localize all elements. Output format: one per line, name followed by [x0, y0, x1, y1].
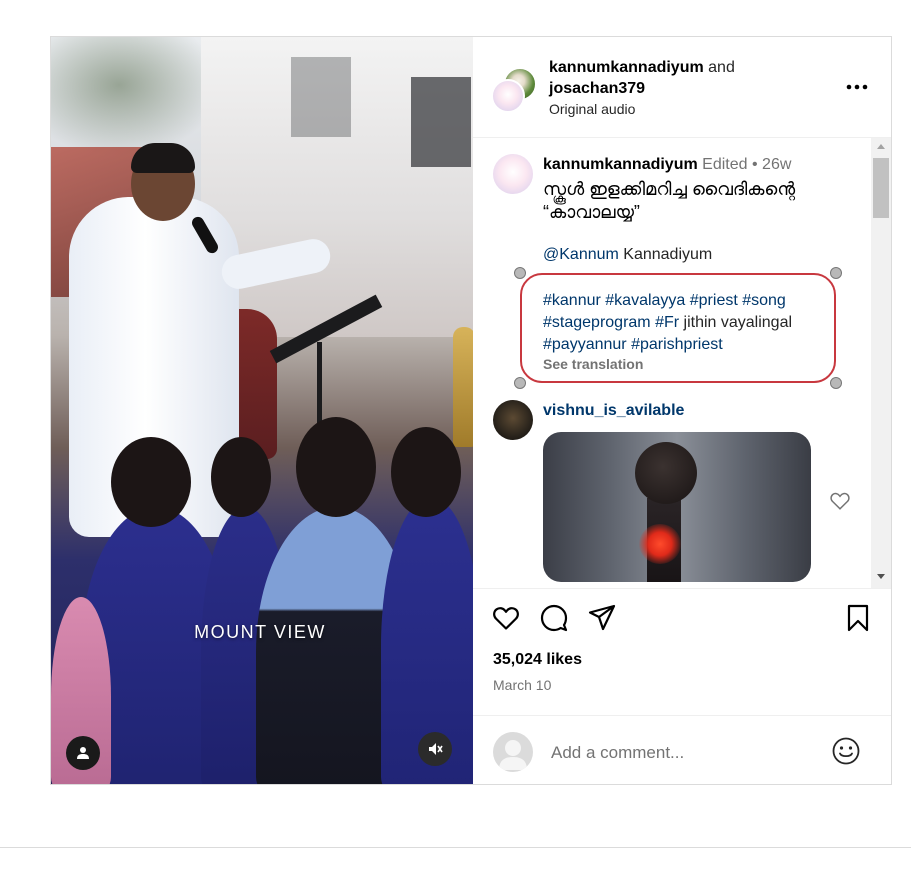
- username-link[interactable]: vishnu_is_avilable: [543, 402, 684, 420]
- comments-scroll-area[interactable]: kannumkannadiyum Edited • 26w സ്കൂൾ ഇളക്…: [473, 138, 891, 588]
- resize-handle[interactable]: [830, 377, 842, 389]
- muted-speaker-icon: [429, 743, 443, 755]
- post-date: March 10: [493, 677, 552, 693]
- caption-mention-line: @Kannum Kannadiyum: [543, 246, 712, 264]
- post-age: 26w: [762, 156, 792, 173]
- username-link[interactable]: kannumkannadiyum: [543, 156, 698, 173]
- gif-glow: [639, 524, 681, 564]
- resize-handle[interactable]: [830, 267, 842, 279]
- annotation-highlight-box: [520, 273, 836, 383]
- avatar[interactable]: [493, 400, 533, 440]
- post-side-panel: kannumkannadiyum and josachan379 Origina…: [473, 37, 891, 784]
- audio-link[interactable]: Original audio: [549, 101, 635, 117]
- resize-handle[interactable]: [514, 267, 526, 279]
- child-head: [111, 437, 191, 527]
- child-head: [211, 437, 271, 517]
- add-comment-row: [473, 715, 891, 786]
- child-head: [296, 417, 376, 517]
- scrollbar[interactable]: [871, 138, 891, 588]
- video-overlay-caption: MOUNT VIEW: [194, 622, 326, 642]
- comment-gif[interactable]: [543, 432, 811, 582]
- emoji-icon[interactable]: [831, 736, 861, 766]
- username-link[interactable]: josachan379: [549, 80, 645, 97]
- avatar: [493, 732, 533, 772]
- post-actions: 35,024 likes March 10: [473, 588, 891, 785]
- default-avatar-icon: [499, 740, 527, 770]
- background-window: [411, 77, 471, 167]
- comment-input[interactable]: [549, 738, 813, 768]
- child-head: [391, 427, 461, 517]
- mention-link[interactable]: @Kannum: [543, 246, 619, 263]
- tagged-users-button[interactable]: [66, 736, 100, 770]
- trophy: [453, 327, 473, 447]
- background-window: [291, 57, 351, 137]
- share-icon[interactable]: [587, 603, 617, 633]
- heart-icon[interactable]: [491, 603, 521, 633]
- and-text: and: [703, 59, 735, 76]
- avatar: [491, 79, 525, 113]
- background-tree: [51, 37, 221, 157]
- likes-count[interactable]: 35,024 likes: [493, 651, 582, 669]
- collab-usernames: kannumkannadiyum and josachan379: [549, 57, 735, 99]
- more-horizontal-icon: [846, 84, 868, 90]
- gif-figure-head: [635, 442, 697, 504]
- resize-handle[interactable]: [514, 377, 526, 389]
- avatar[interactable]: [493, 154, 533, 194]
- username-link[interactable]: kannumkannadiyum: [549, 59, 704, 76]
- page-divider: [0, 847, 911, 848]
- bookmark-icon[interactable]: [843, 603, 873, 633]
- user-icon: [77, 747, 89, 759]
- post-card: MOUNT VIEW kannumkannadiyum and josachan…: [50, 36, 892, 785]
- comment-icon[interactable]: [539, 603, 569, 633]
- collab-avatars[interactable]: [491, 67, 537, 113]
- heart-outline-icon[interactable]: [829, 490, 851, 512]
- caption-header: kannumkannadiyum Edited • 26w: [543, 156, 791, 174]
- caption-text: സ്കൂൾ ഇളക്കിമറിച്ച വൈദികന്റെ “കാവാലയ്യ”: [543, 179, 796, 222]
- post-video[interactable]: MOUNT VIEW: [51, 37, 473, 784]
- separator: •: [751, 156, 758, 173]
- scroll-up-arrow-icon[interactable]: [877, 144, 885, 149]
- mention-rest: Kannadiyum: [618, 246, 713, 263]
- post-header: kannumkannadiyum and josachan379 Origina…: [473, 37, 891, 138]
- scrollbar-thumb[interactable]: [873, 158, 889, 218]
- scroll-down-arrow-icon[interactable]: [877, 574, 885, 579]
- mute-toggle-button[interactable]: [418, 732, 452, 766]
- priest-hair: [131, 143, 195, 173]
- more-options-button[interactable]: [845, 75, 869, 99]
- edited-label: Edited: [702, 156, 748, 173]
